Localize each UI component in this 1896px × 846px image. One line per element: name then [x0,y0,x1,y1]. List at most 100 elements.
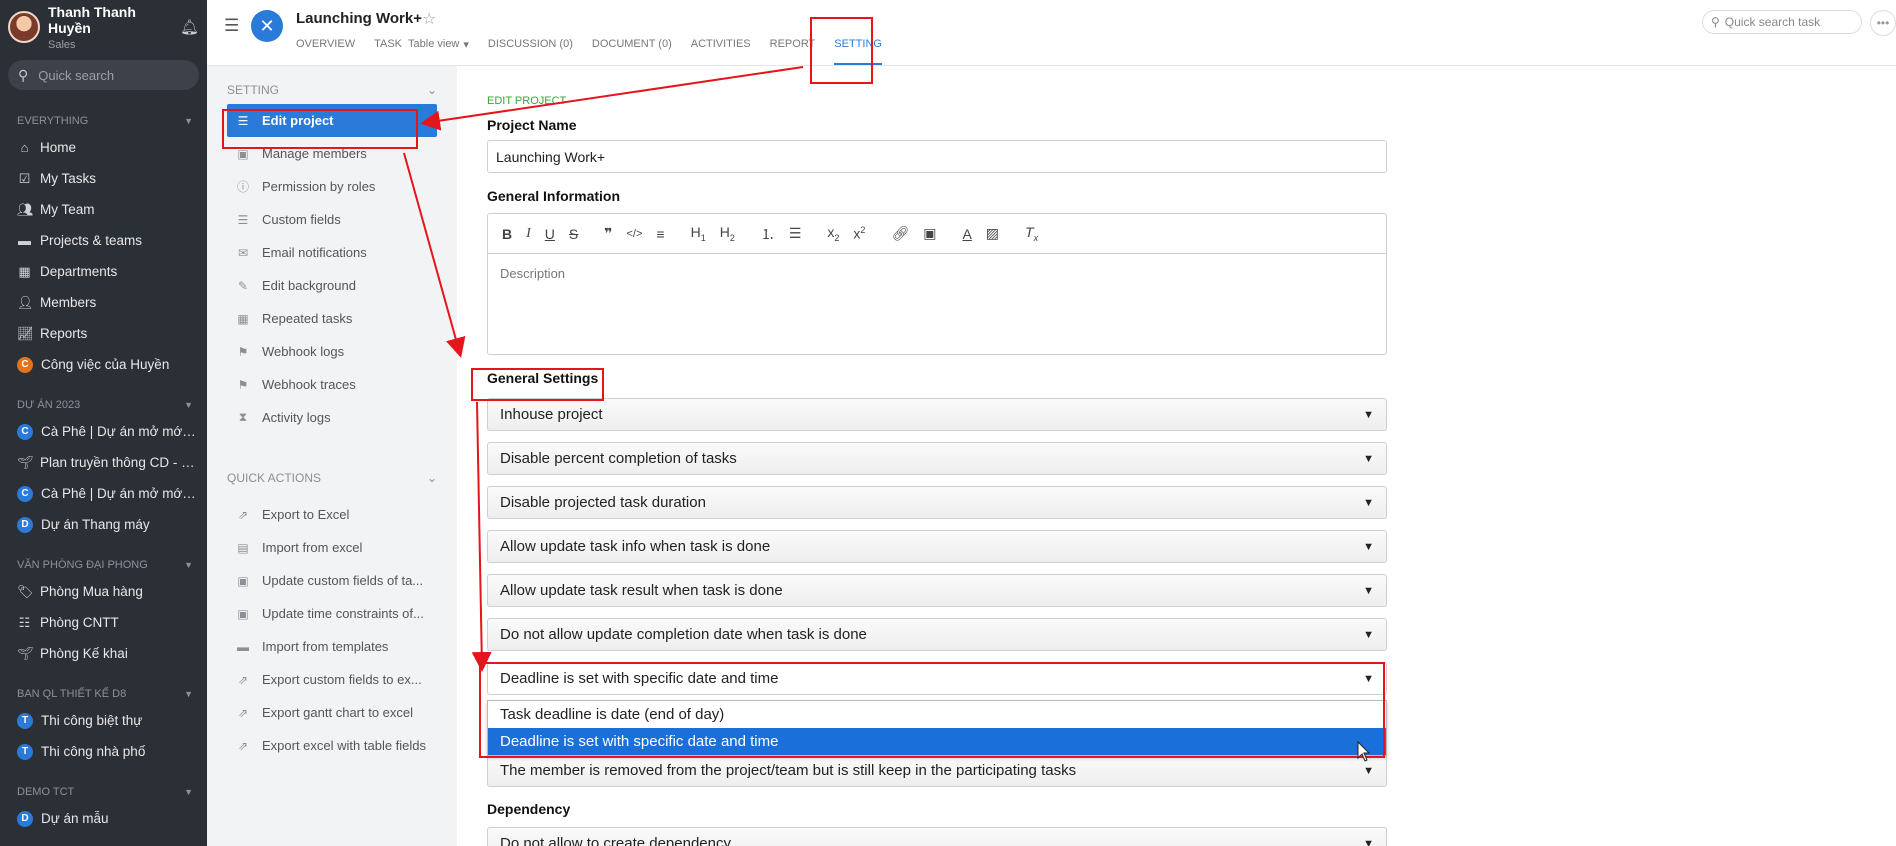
setting-select[interactable]: Allow update task result when task is do… [487,574,1387,607]
setting-select[interactable]: Disable percent completion of tasks ▼ [487,442,1387,475]
image-icon[interactable]: ▣ [923,225,936,242]
caret-down-icon[interactable]: ▼ [184,400,193,410]
settings-item-manage-members[interactable]: ▣ Manage members [207,137,457,170]
background-color-icon[interactable]: ▨ [986,225,999,242]
sidebar-item[interactable]: 🌱︎ Phòng Kế khai [0,638,207,669]
caret-down-icon[interactable]: ▾ [463,38,469,51]
dropdown-option[interactable]: Deadline is set with specific date and t… [488,728,1386,755]
ordered-list-icon[interactable]: ⒈ [761,224,775,244]
settings-item-edit-background[interactable]: ✎ Edit background [207,269,457,302]
heading1-icon[interactable]: H1 [691,224,706,243]
star-icon[interactable]: ☆ [422,9,436,29]
settings-item-repeated-tasks[interactable]: ▦ Repeated tasks [207,302,457,335]
sidebar-item[interactable]: 🌱︎ Plan truyền thông CD - M... [0,447,207,478]
quick-search-task-input[interactable]: ⚲ Quick search task [1702,10,1862,34]
settings-item-import-from-excel[interactable]: ▤ Import from excel [207,531,457,564]
text-color-icon[interactable]: A [962,226,971,242]
blockquote-icon[interactable]: ❞ [604,225,612,242]
tab-activities[interactable]: Activities [691,38,751,65]
caret-down-icon[interactable]: ▼ [184,116,193,126]
avatar[interactable] [8,11,40,43]
italic-icon[interactable]: I [526,226,531,242]
settings-item-activity-logs[interactable]: ⧗ Activity logs [207,401,457,434]
sidebar-item[interactable]: ☷ Phòng CNTT [0,607,207,638]
sidebar-item[interactable]: D Dự án mẫu [0,803,207,834]
sidebar-group-header[interactable]: Everything ▼ [0,110,207,132]
sidebar-item[interactable]: C Cà Phê | Dự án mở mới c... [0,416,207,447]
heading2-icon[interactable]: H2 [720,224,735,243]
caret-down-icon[interactable]: ▼ [184,689,193,699]
strikethrough-icon[interactable]: S [569,226,578,242]
tab-task[interactable]: Task Table view ▾ [374,38,469,65]
tab-setting[interactable]: Setting [834,38,882,65]
setting-select[interactable]: Deadline is set with specific date and t… [487,662,1387,695]
sidebar-item[interactable]: T Thi công biệt thự [0,705,207,736]
sidebar-search-input[interactable]: ⚲ Quick search [8,60,199,90]
settings-item-webhook-logs[interactable]: ⚑ Webhook logs [207,335,457,368]
dropdown-option[interactable]: Task deadline is date (end of day) [488,701,1386,728]
tab-report[interactable]: Report [770,38,816,65]
sidebar-item[interactable]: 👥︎ My Team [0,194,207,225]
project-name-input[interactable]: Launching Work+ [487,140,1387,173]
setting-select[interactable]: Do not allow update completion date when… [487,618,1387,651]
sidebar-item[interactable]: C Công việc của Huyền [0,349,207,380]
more-icon[interactable]: ••• [1870,10,1896,36]
bold-icon[interactable]: B [502,226,512,242]
sidebar-item[interactable]: ▬ Projects & teams [0,225,207,256]
chevron-down-icon[interactable]: ⌄ [427,83,437,97]
sidebar-item[interactable]: T Thi công nhà phố [0,736,207,767]
settings-panel-header[interactable]: Setting ⌄ [207,76,457,104]
tab-document-0[interactable]: Document (0) [592,38,672,65]
quick-actions-header[interactable]: Quick actions ⌄ [207,464,457,492]
settings-item-update-time-constraints-of[interactable]: ▣ Update time constraints of... [207,597,457,630]
sidebar-group-header[interactable]: Dự án 2023 ▼ [0,394,207,416]
caret-down-icon[interactable]: ▼ [184,560,193,570]
settings-item-update-custom-fields-of-ta[interactable]: ▣ Update custom fields of ta... [207,564,457,597]
sidebar-item[interactable]: ▦ Departments [0,256,207,287]
subscript-icon[interactable]: x2 [827,224,839,243]
settings-item-export-custom-fields-to-ex[interactable]: ⇗ Export custom fields to ex... [207,663,457,696]
settings-item-import-from-templates[interactable]: ▬ Import from templates [207,630,457,663]
settings-item-permission-by-roles[interactable]: ⓘ Permission by roles [207,170,457,203]
setting-select[interactable]: Allow update task info when task is done… [487,530,1387,563]
sidebar-item[interactable]: 📈︎ Reports [0,318,207,349]
setting-select[interactable]: The member is removed from the project/t… [487,754,1387,787]
clear-format-icon[interactable]: Tx [1025,224,1038,243]
info-circle-icon: ⓘ [236,180,249,194]
bell-icon[interactable]: 🔔︎ [180,18,199,36]
setting-select[interactable]: Disable projected task duration ▼ [487,486,1387,519]
tab-discussion-0[interactable]: Discussion (0) [488,38,573,65]
sidebar-item[interactable]: D Dự án Thang máy [0,509,207,540]
setting-select[interactable]: Inhouse project ▼ [487,398,1387,431]
bullet-list-icon[interactable]: ☰ [789,225,802,242]
settings-item-export-excel-with-table-fields[interactable]: ⇗ Export excel with table fields [207,729,457,762]
settings-item-email-notifications[interactable]: ✉ Email notifications [207,236,457,269]
code-icon[interactable]: </> [626,228,642,240]
sidebar-group-header[interactable]: Demo TCT ▼ [0,781,207,803]
align-icon[interactable]: ≡ [656,226,664,242]
tab-overview[interactable]: Overview [296,38,355,65]
link-icon[interactable]: 🔗︎ [891,225,909,242]
caret-down-icon[interactable]: ▼ [184,787,193,797]
sidebar-group-header[interactable]: Ban QL Thiết kế D8 ▼ [0,683,207,705]
superscript-icon[interactable]: x2 [853,225,865,242]
sidebar-item[interactable]: 🏷︎ Phòng Mua hàng [0,576,207,607]
user-profile[interactable]: Thanh Thanh Huyền Sales 🔔︎ [0,0,207,54]
sidebar-item[interactable]: ⌂ Home [0,132,207,163]
dependency-select[interactable]: Do not allow to create dependency ▼ [487,827,1387,846]
settings-item-export-to-excel[interactable]: ⇗ Export to Excel [207,498,457,531]
tab-view-select[interactable]: Table view [408,38,459,50]
description-input[interactable]: Description [488,254,1386,354]
underline-icon[interactable]: U [545,226,555,242]
settings-item-label: Import from templates [262,639,389,654]
sidebar-item[interactable]: C Cà Phê | Dự án mở mới V... [0,478,207,509]
chevron-down-icon[interactable]: ⌄ [427,471,437,485]
menu-icon[interactable]: ☰ [224,16,239,36]
settings-item-export-gantt-chart-to-excel[interactable]: ⇗ Export gantt chart to excel [207,696,457,729]
settings-item-webhook-traces[interactable]: ⚑ Webhook traces [207,368,457,401]
sidebar-item[interactable]: ☑ My Tasks [0,163,207,194]
sidebar-item[interactable]: 👤︎ Members [0,287,207,318]
settings-item-custom-fields[interactable]: ☰ Custom fields [207,203,457,236]
sidebar-group-header[interactable]: Văn phòng Đại Phong ▼ [0,554,207,576]
settings-item-edit-project[interactable]: ☰ Edit project [227,104,437,137]
